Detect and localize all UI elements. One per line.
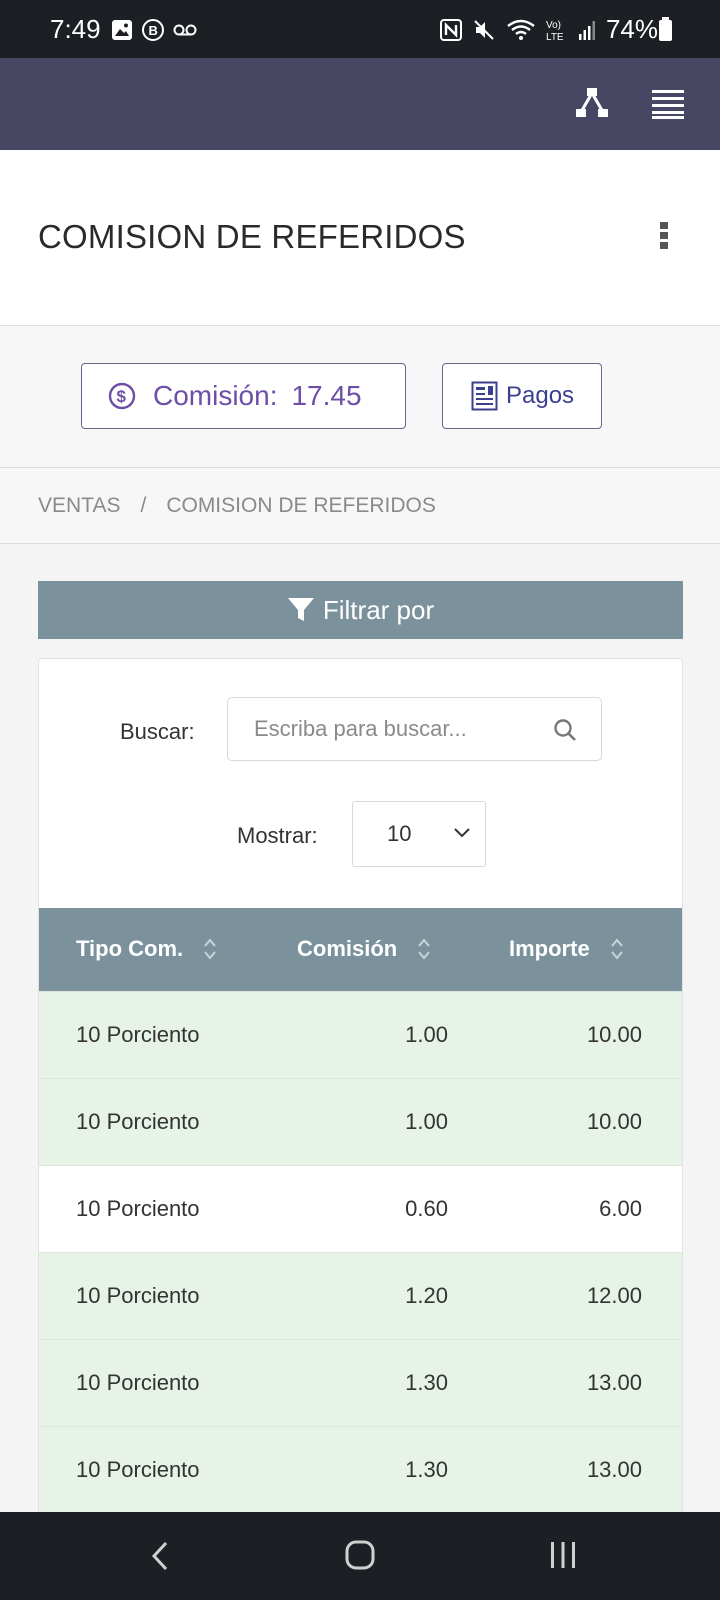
- cell-comision: 1.20: [405, 1283, 448, 1308]
- nfc-icon: [439, 18, 462, 41]
- column-header-comision[interactable]: Comisión: [297, 936, 431, 962]
- more-options-icon[interactable]: [660, 222, 670, 252]
- voicemail-icon: [173, 24, 197, 36]
- chevron-down-icon: [454, 828, 470, 838]
- cell-importe: 6.00: [599, 1196, 642, 1221]
- sort-icon: [610, 938, 623, 960]
- table-row[interactable]: 10 Porciento 0.60 6.00: [39, 1165, 682, 1252]
- filter-label: Filtrar por: [322, 594, 435, 625]
- svg-text:Vo): Vo): [546, 20, 561, 31]
- cell-tipo: 10 Porciento: [76, 1370, 200, 1395]
- page-size-value: 10: [387, 821, 412, 846]
- table-row[interactable]: 10 Porciento 1.00 10.00: [39, 991, 682, 1078]
- table-row[interactable]: 10 Porciento 1.30 13.00: [39, 1426, 682, 1513]
- column-header-label: Tipo Com.: [76, 936, 184, 961]
- cell-importe: 13.00: [586, 1370, 642, 1395]
- breadcrumb: VENTAS / COMISION DE REFERIDOS: [0, 468, 720, 544]
- column-header-label: Importe: [509, 936, 590, 961]
- cell-comision: 1.30: [405, 1457, 448, 1482]
- cell-comision: 0.60: [405, 1196, 448, 1221]
- cell-importe: 13.00: [586, 1457, 642, 1482]
- battery-icon: [659, 17, 672, 41]
- column-header-importe[interactable]: Importe: [509, 936, 624, 962]
- status-left-icons: B: [111, 18, 197, 42]
- wifi-icon: [507, 19, 535, 40]
- column-header-label: Comisión: [297, 936, 398, 961]
- home-icon[interactable]: [345, 1540, 375, 1570]
- filter-icon: [287, 598, 314, 621]
- svg-text:B: B: [149, 23, 158, 38]
- table-row[interactable]: 10 Porciento 1.30 13.00: [39, 1339, 682, 1426]
- column-header-tipo[interactable]: Tipo Com.: [76, 936, 217, 962]
- sort-icon: [204, 938, 216, 960]
- app-bar: [0, 58, 720, 150]
- cell-importe: 12.00: [586, 1283, 642, 1308]
- status-bar: 7:49 B Vo) LTE 74%: [0, 0, 720, 58]
- image-icon: [112, 20, 132, 40]
- table-row[interactable]: 10 Porciento 1.20 12.00: [39, 1252, 682, 1339]
- results-card: Buscar: Mostrar: 10 Tipo Com. Comisión I…: [38, 658, 683, 1518]
- filter-toggle[interactable]: Filtrar por: [38, 581, 683, 639]
- mute-icon: [474, 19, 494, 40]
- status-right-icons: Vo) LTE 74%: [439, 14, 658, 45]
- cell-tipo: 10 Porciento: [76, 1196, 200, 1221]
- signal-icon: [578, 20, 595, 40]
- page-size-select[interactable]: 10: [352, 801, 486, 867]
- pagos-label: Pagos: [506, 382, 575, 409]
- page-header: COMISION DE REFERIDOS: [0, 150, 720, 326]
- b-icon: B: [142, 19, 164, 41]
- report-icon: [471, 381, 498, 411]
- actions-section: $ Comisión: 17.45 Pagos: [0, 326, 720, 468]
- svg-text:$: $: [117, 387, 127, 406]
- table-header: Tipo Com. Comisión Importe: [39, 908, 682, 991]
- svg-text:LTE: LTE: [546, 32, 564, 42]
- menu-icon[interactable]: [652, 89, 684, 119]
- cell-importe: 10.00: [586, 1022, 642, 1047]
- cell-comision: 1.30: [405, 1370, 448, 1395]
- data-table: Tipo Com. Comisión Importe 10 Porciento …: [39, 908, 682, 1513]
- system-nav-bar: [0, 1512, 720, 1600]
- status-time: 7:49: [50, 14, 101, 44]
- comision-button[interactable]: $ Comisión: 17.45: [81, 363, 406, 429]
- search-box: [227, 697, 602, 761]
- cell-tipo: 10 Porciento: [76, 1109, 200, 1134]
- network-icon[interactable]: [574, 86, 610, 120]
- cell-importe: 10.00: [586, 1109, 642, 1134]
- battery-percent: 74%: [605, 14, 658, 44]
- table-row[interactable]: 10 Porciento 1.00 10.00: [39, 1078, 682, 1165]
- dollar-circle-icon: $: [108, 382, 136, 410]
- cell-comision: 1.00: [405, 1109, 448, 1134]
- recent-apps-icon[interactable]: [548, 1541, 578, 1569]
- search-label: Buscar:: [120, 719, 195, 744]
- cell-comision: 1.00: [405, 1022, 448, 1047]
- comision-label: Comisión:: [153, 380, 278, 411]
- pagos-button[interactable]: Pagos: [442, 363, 602, 429]
- search-input[interactable]: [228, 698, 601, 760]
- breadcrumb-separator: /: [140, 493, 147, 517]
- search-icon[interactable]: [553, 718, 577, 742]
- breadcrumb-item-current: COMISION DE REFERIDOS: [166, 493, 436, 517]
- volte-icon: Vo)LTE: [546, 20, 564, 42]
- cell-tipo: 10 Porciento: [76, 1022, 200, 1047]
- comision-value: 17.45: [291, 380, 362, 411]
- cell-tipo: 10 Porciento: [76, 1283, 200, 1308]
- back-icon[interactable]: [150, 1540, 170, 1572]
- cell-tipo: 10 Porciento: [76, 1457, 200, 1482]
- show-label: Mostrar:: [237, 823, 318, 848]
- page-title: COMISION DE REFERIDOS: [38, 218, 466, 255]
- sort-icon: [418, 938, 431, 960]
- breadcrumb-item-ventas[interactable]: VENTAS: [38, 494, 120, 518]
